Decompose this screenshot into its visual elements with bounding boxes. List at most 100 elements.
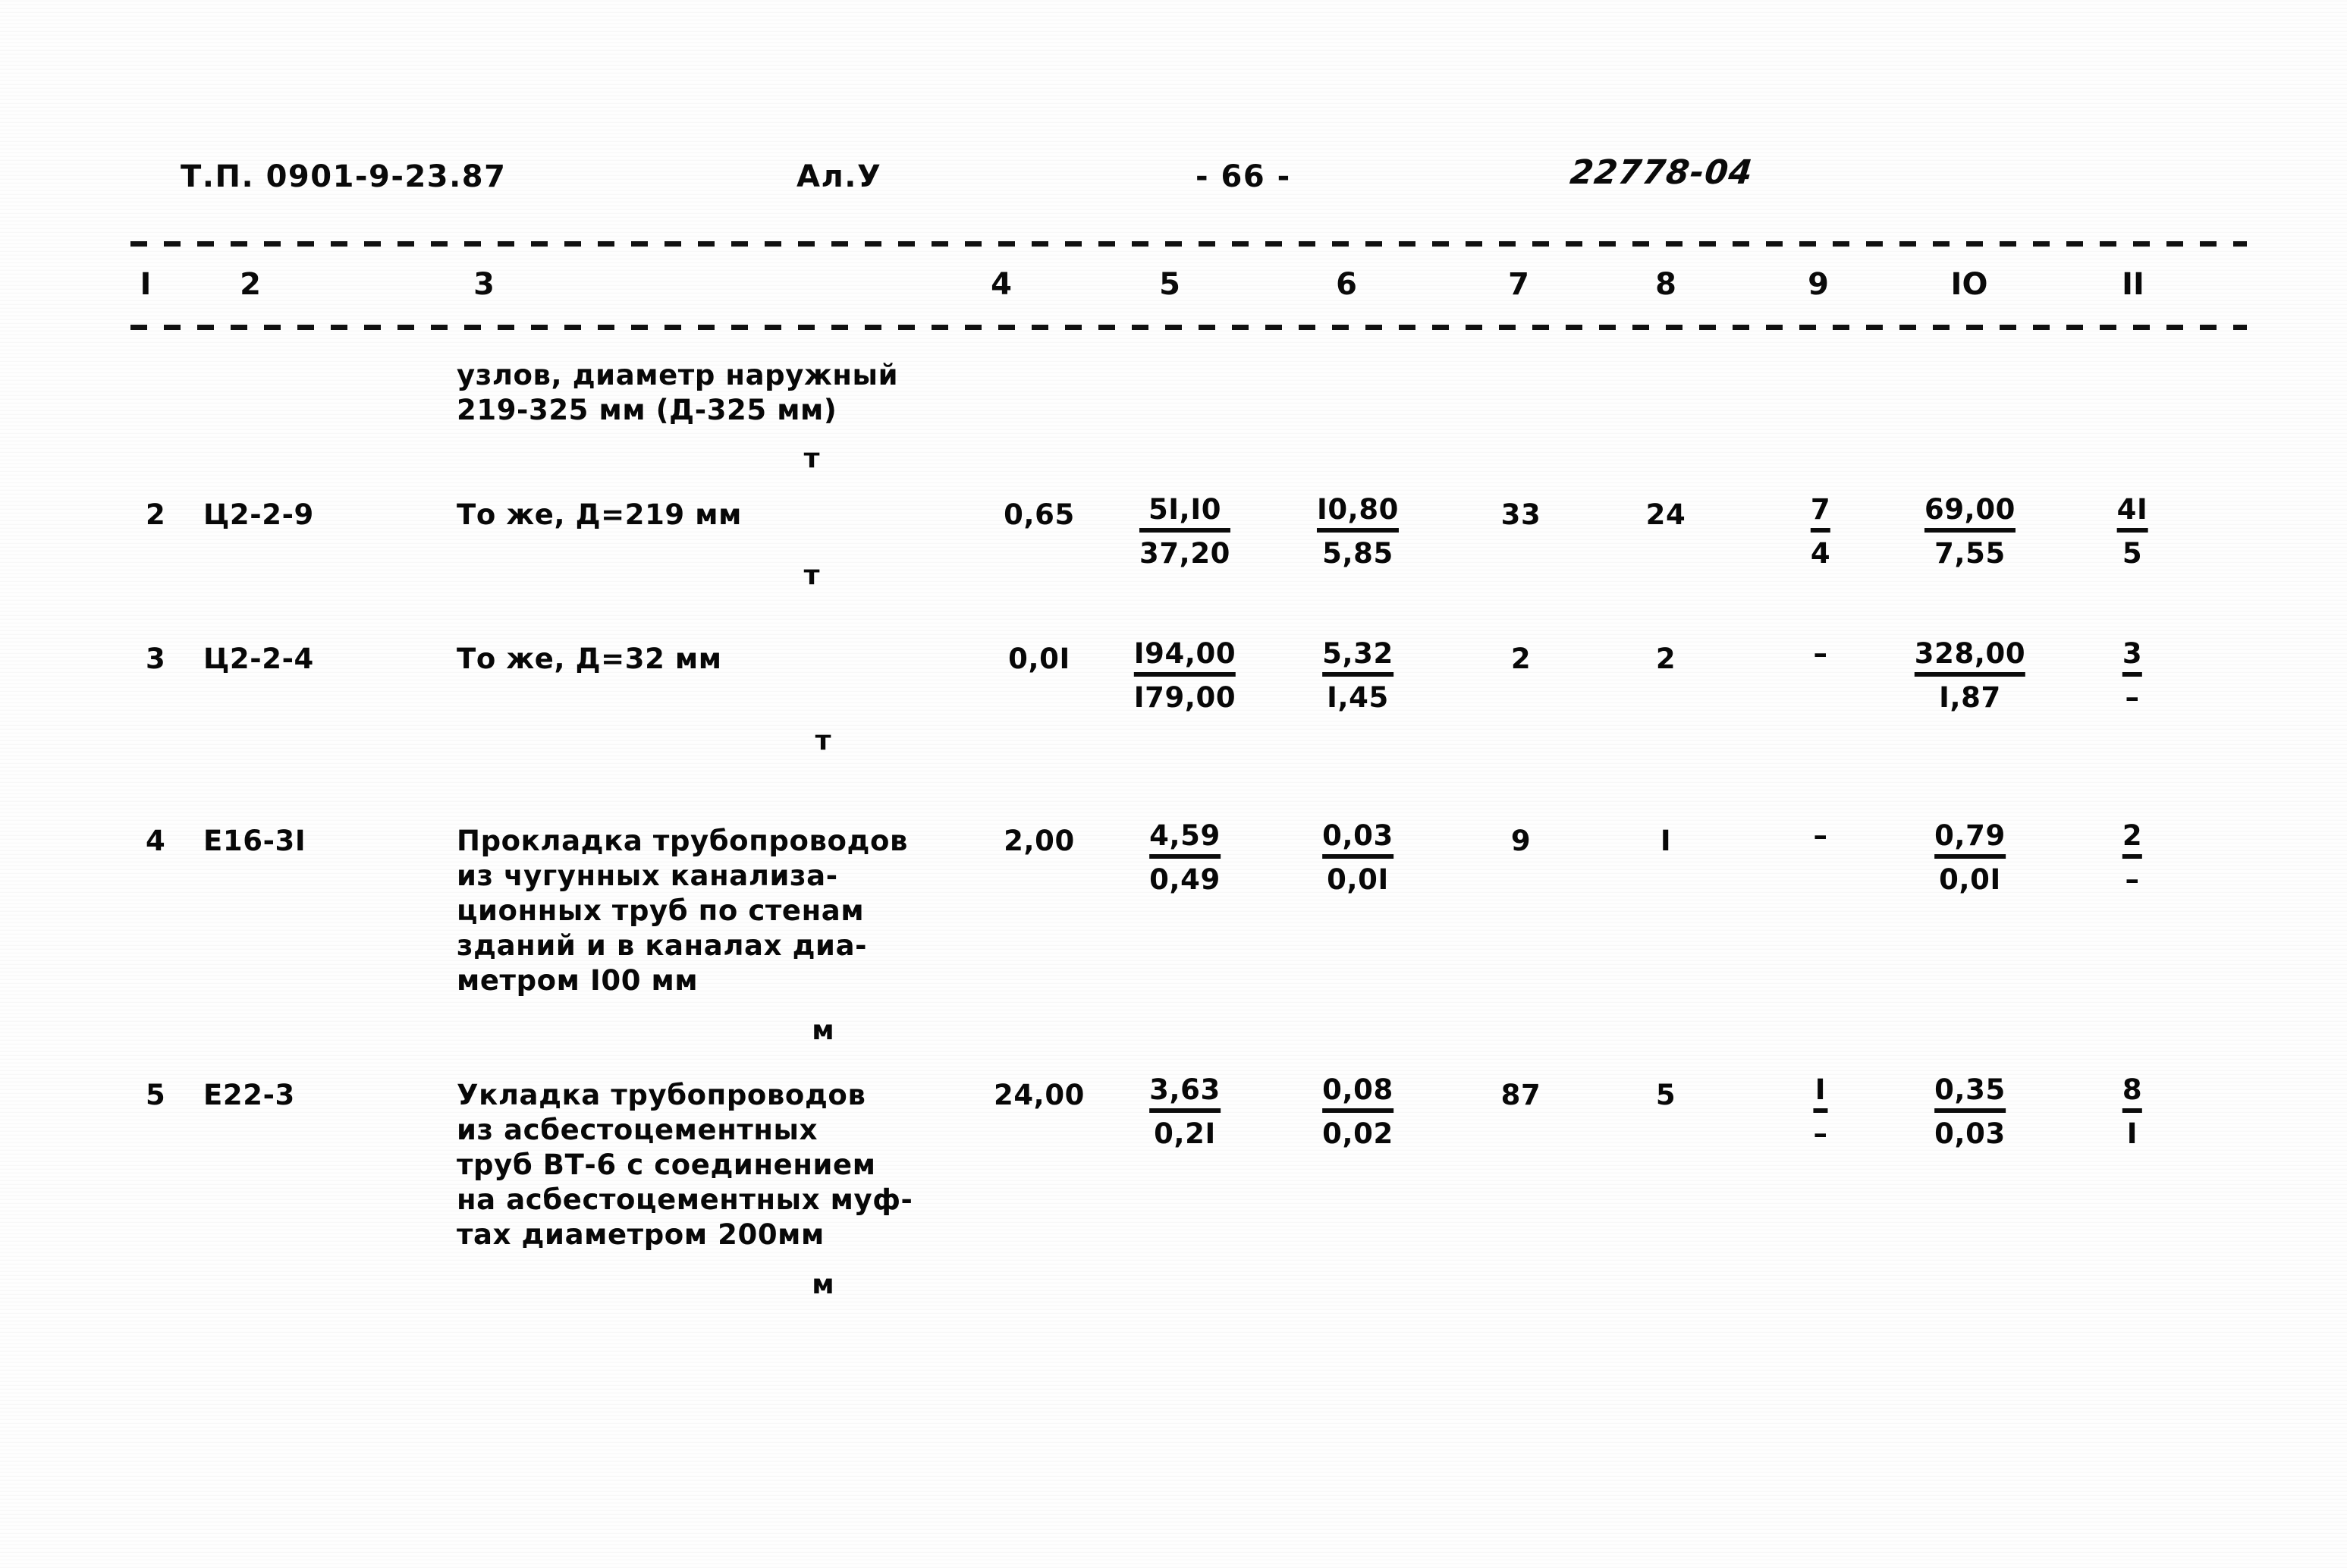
cell-col10-bottom: 7,55	[1934, 537, 2006, 570]
cell-col9-top: 7	[1810, 493, 1831, 533]
document-code-stamp: 22778-04	[1568, 153, 1755, 192]
cell-col4: 24,00	[993, 1079, 1086, 1111]
row-description: То же, Д=32 мм	[457, 643, 722, 675]
cell-col5-top: 4,59	[1149, 819, 1221, 859]
cell-col5: 4,59 0,49	[1149, 819, 1221, 897]
row-code: Ц2-2-4	[203, 643, 314, 675]
cell-col6-top: I0,80	[1316, 493, 1400, 533]
row-number: 5	[146, 1079, 166, 1111]
cell-col11-top: 3	[2122, 637, 2143, 677]
row-description: узлов, диаметр наружный 219-325 мм (Д-32…	[457, 359, 899, 426]
cell-col6-top: 0,08	[1322, 1073, 1393, 1113]
cell-col10-top: 0,35	[1934, 1073, 2006, 1113]
cell-col8: I	[1660, 825, 1672, 857]
cell-col4: 2,00	[1004, 825, 1075, 857]
row-number: 4	[146, 825, 166, 857]
series-number: Т.П. 0901-9-23.87	[181, 159, 507, 194]
cell-col6: 0,08 0,02	[1322, 1073, 1393, 1151]
column-number-row: I 2 3 4 5 6 7 8 9 IO II	[0, 267, 2347, 313]
album-label: Ал.У	[796, 159, 882, 194]
document-header: Т.П. 0901-9-23.87 Ал.У - 66 - 22778-04	[0, 153, 2347, 220]
cell-col10-bottom: 0,03	[1934, 1117, 2006, 1150]
table-row: 5 Е22-3 Укладка трубопроводов из асбесто…	[0, 1066, 2347, 1324]
cell-col11-bottom: –	[2125, 863, 2140, 896]
cell-col9-top: –	[1813, 637, 1828, 670]
column-number-10: IO	[1950, 267, 1988, 302]
table-header-bottom-dashed-rule	[130, 325, 2247, 330]
cell-col4: 0,65	[1004, 498, 1075, 531]
column-number-8: 8	[1655, 267, 1676, 302]
column-number-1: I	[140, 267, 152, 302]
cell-col9-bottom: 4	[1810, 537, 1831, 570]
table-row: 2 Ц2-2-9 То же, Д=219 мм т 0,65 5I,I0 37…	[0, 485, 2347, 630]
cell-col11-bottom: I	[2126, 1117, 2138, 1150]
row-description: Укладка трубопроводов из асбестоцементны…	[457, 1079, 913, 1251]
cell-col11-top: 8	[2122, 1073, 2143, 1113]
cell-col11-bottom: 5	[2122, 537, 2143, 570]
cell-col9-bottom: –	[1813, 1117, 1828, 1150]
cell-col5-bottom: 0,49	[1149, 863, 1221, 896]
cell-col9: –	[1813, 637, 1827, 675]
cell-col6: 0,03 0,0I	[1322, 819, 1393, 897]
cell-col11: 2 –	[2122, 819, 2143, 897]
table-row: 4 Е16-3I Прокладка трубопроводов из чугу…	[0, 812, 2347, 1066]
cell-col5: 5I,I0 37,20	[1139, 493, 1231, 570]
cell-col6-top: 0,03	[1322, 819, 1393, 859]
cell-col6-bottom: 0,02	[1322, 1117, 1393, 1150]
table-body: узлов, диаметр наружный 219-325 мм (Д-32…	[0, 334, 2347, 1324]
cell-col10: 0,79 0,0I	[1934, 819, 2006, 897]
cell-col9-top: I	[1813, 1073, 1828, 1113]
cell-col6-bottom: 5,85	[1322, 537, 1393, 570]
cell-col5: 3,63 0,2I	[1149, 1073, 1221, 1151]
column-number-9: 9	[1808, 267, 1829, 302]
cell-col10-top: 328,00	[1914, 637, 2026, 677]
table-row: 3 Ц2-2-4 То же, Д=32 мм т 0,0I I94,00 I7…	[0, 630, 2347, 812]
cell-col11: 4I 5	[2116, 493, 2148, 570]
row-description: То же, Д=219 мм	[457, 498, 742, 531]
column-number-7: 7	[1508, 267, 1529, 302]
cell-col9: 7 4	[1810, 493, 1831, 570]
column-number-6: 6	[1336, 267, 1357, 302]
cell-col9: I –	[1813, 1073, 1828, 1151]
cell-col8: 2	[1655, 643, 1676, 675]
cell-col10-top: 0,79	[1934, 819, 2006, 859]
cell-col11: 8 I	[2122, 1073, 2143, 1151]
row-unit: м	[812, 1269, 834, 1300]
column-number-5: 5	[1159, 267, 1180, 302]
cell-col8: 24	[1645, 498, 1686, 531]
cell-col10: 69,00 7,55	[1924, 493, 2016, 570]
row-description: Прокладка трубопроводов из чугунных кана…	[457, 825, 909, 997]
row-number: 3	[146, 643, 166, 675]
cell-col7: 2	[1510, 643, 1532, 675]
cell-col5-top: I94,00	[1133, 637, 1236, 677]
cell-col9-bottom	[1813, 853, 1827, 857]
cell-col10: 328,00 I,87	[1914, 637, 2026, 715]
column-number-3: 3	[473, 267, 495, 302]
cell-col10-bottom: I,87	[1939, 681, 2001, 714]
cell-col11-top: 2	[2122, 819, 2143, 859]
row-unit: м	[812, 1015, 834, 1046]
cell-col8: 5	[1655, 1079, 1676, 1111]
cell-col10-bottom: 0,0I	[1939, 863, 2001, 896]
cell-col6-top: 5,32	[1322, 637, 1393, 677]
cell-col7: 33	[1500, 498, 1541, 531]
cell-col5: I94,00 I79,00	[1133, 637, 1236, 715]
cell-col9-bottom	[1813, 671, 1827, 675]
row-code: Ц2-2-9	[203, 498, 314, 531]
row-code: Е16-3I	[203, 825, 306, 857]
cell-col9: –	[1813, 819, 1827, 857]
cell-col5-top: 5I,I0	[1139, 493, 1231, 533]
table-top-dashed-rule	[130, 241, 2247, 247]
row-unit: т	[803, 560, 820, 591]
cell-col6: I0,80 5,85	[1316, 493, 1400, 570]
row-code: Е22-3	[203, 1079, 295, 1111]
cell-col4: 0,0I	[1008, 643, 1070, 675]
cell-col5-top: 3,63	[1149, 1073, 1221, 1113]
column-number-2: 2	[240, 267, 261, 302]
cell-col5-bottom: I79,00	[1133, 681, 1236, 714]
cell-col11-top: 4I	[2116, 493, 2148, 533]
cell-col10-top: 69,00	[1924, 493, 2016, 533]
column-number-4: 4	[991, 267, 1012, 302]
table-row: узлов, диаметр наружный 219-325 мм (Д-32…	[0, 334, 2347, 485]
row-number: 2	[146, 498, 166, 531]
